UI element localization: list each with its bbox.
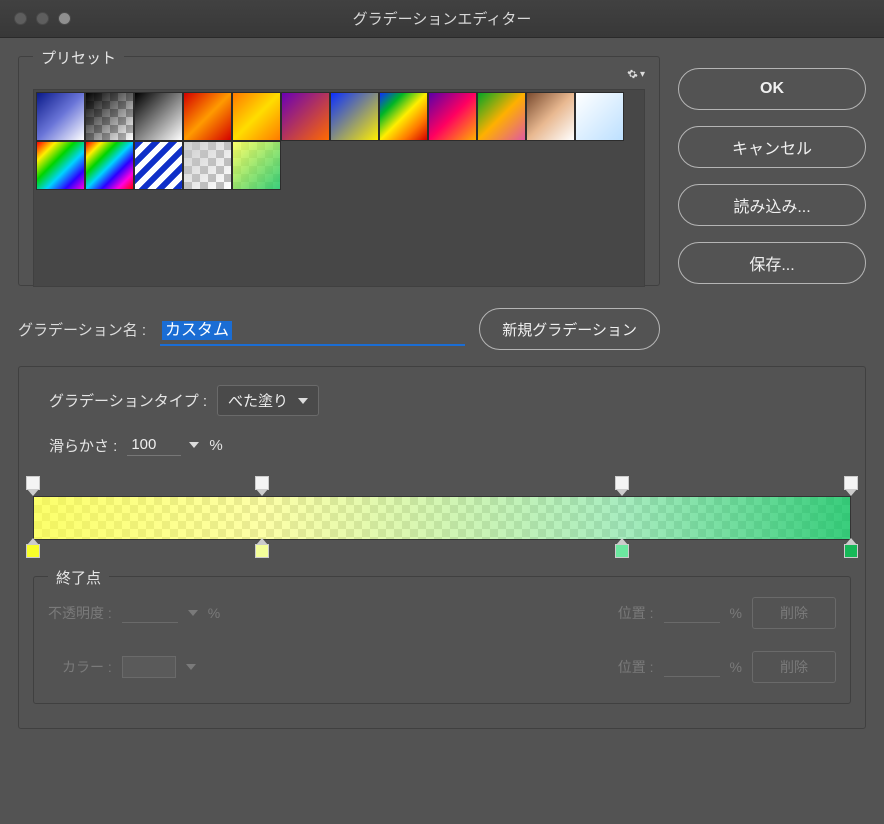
chevron-down-icon [298, 398, 308, 404]
preset-swatch[interactable] [477, 92, 526, 141]
preset-swatch[interactable] [575, 92, 624, 141]
chevron-down-icon [188, 610, 198, 616]
percent-label: % [730, 605, 742, 621]
gradient-type-select[interactable]: べた塗り [217, 385, 319, 416]
color-label: カラー : [62, 657, 112, 677]
opacity-stops-track[interactable] [33, 474, 851, 496]
percent-label: % [208, 605, 220, 621]
opacity-stop[interactable] [844, 476, 858, 490]
opacity-label: 不透明度 : [48, 603, 112, 623]
color-stop[interactable] [26, 544, 40, 558]
endpoints-legend: 終了点 [48, 567, 109, 588]
opacity-stop[interactable] [26, 476, 40, 490]
titlebar: グラデーションエディター [0, 0, 884, 38]
ok-button[interactable]: OK [678, 68, 866, 110]
save-button[interactable]: 保存... [678, 242, 866, 284]
opacity-input [122, 603, 178, 623]
new-gradient-button[interactable]: 新規グラデーション [479, 308, 660, 350]
opacity-stop[interactable] [615, 476, 629, 490]
gradient-name-label: グラデーション名 : [18, 319, 146, 340]
traffic-lights [0, 12, 71, 25]
preset-swatch[interactable] [281, 92, 330, 141]
opacity-stop[interactable] [255, 476, 269, 490]
color-stop[interactable] [615, 544, 629, 558]
delete-color-stop-button: 削除 [752, 651, 836, 683]
preset-swatch[interactable] [526, 92, 575, 141]
color-stop[interactable] [844, 544, 858, 558]
delete-opacity-stop-button: 削除 [752, 597, 836, 629]
preset-swatch[interactable] [330, 92, 379, 141]
gradient-bar[interactable] [33, 496, 851, 540]
preset-swatch[interactable] [183, 92, 232, 141]
percent-label: % [209, 437, 222, 454]
color-well [122, 656, 176, 678]
preset-swatch[interactable] [36, 141, 85, 190]
gradient-type-label: グラデーションタイプ : [49, 390, 207, 411]
position-label: 位置 : [618, 657, 654, 677]
cancel-button[interactable]: キャンセル [678, 126, 866, 168]
gradient-name-input[interactable]: カスタム [160, 312, 465, 346]
minimize-window-button[interactable] [36, 12, 49, 25]
preset-swatch[interactable] [183, 141, 232, 190]
load-button[interactable]: 読み込み... [678, 184, 866, 226]
color-stop[interactable] [255, 544, 269, 558]
window-title: グラデーションエディター [0, 8, 884, 29]
preset-swatch[interactable] [232, 141, 281, 190]
preset-swatch[interactable] [36, 92, 85, 141]
preset-list[interactable] [33, 89, 645, 287]
close-window-button[interactable] [14, 12, 27, 25]
preset-swatch[interactable] [232, 92, 281, 141]
gear-icon[interactable]: ▾ [627, 65, 645, 83]
smoothness-label: 滑らかさ : [49, 435, 117, 456]
color-stops-track[interactable] [33, 540, 851, 562]
position-label: 位置 : [618, 603, 654, 623]
preset-swatch[interactable] [134, 92, 183, 141]
opacity-position-input [664, 603, 720, 623]
zoom-window-button[interactable] [58, 12, 71, 25]
endpoints-group: 終了点 不透明度 : % 位置 : % 削除 カラー : 位置 : % [33, 576, 851, 704]
preset-swatch[interactable] [85, 92, 134, 141]
preset-swatch[interactable] [85, 141, 134, 190]
presets-group: プリセット ▾ [18, 56, 660, 286]
preset-swatch[interactable] [134, 141, 183, 190]
chevron-down-icon[interactable] [189, 442, 199, 448]
smoothness-input[interactable] [127, 434, 181, 456]
chevron-down-icon [186, 664, 196, 670]
gradient-type-group: グラデーションタイプ : べた塗り 滑らかさ : % 終了点 不透明度 : [18, 366, 866, 729]
percent-label: % [730, 659, 742, 675]
presets-legend: プリセット [33, 47, 124, 68]
preset-swatch[interactable] [428, 92, 477, 141]
preset-swatch[interactable] [379, 92, 428, 141]
color-position-input [664, 657, 720, 677]
gradient-editor [33, 474, 851, 562]
